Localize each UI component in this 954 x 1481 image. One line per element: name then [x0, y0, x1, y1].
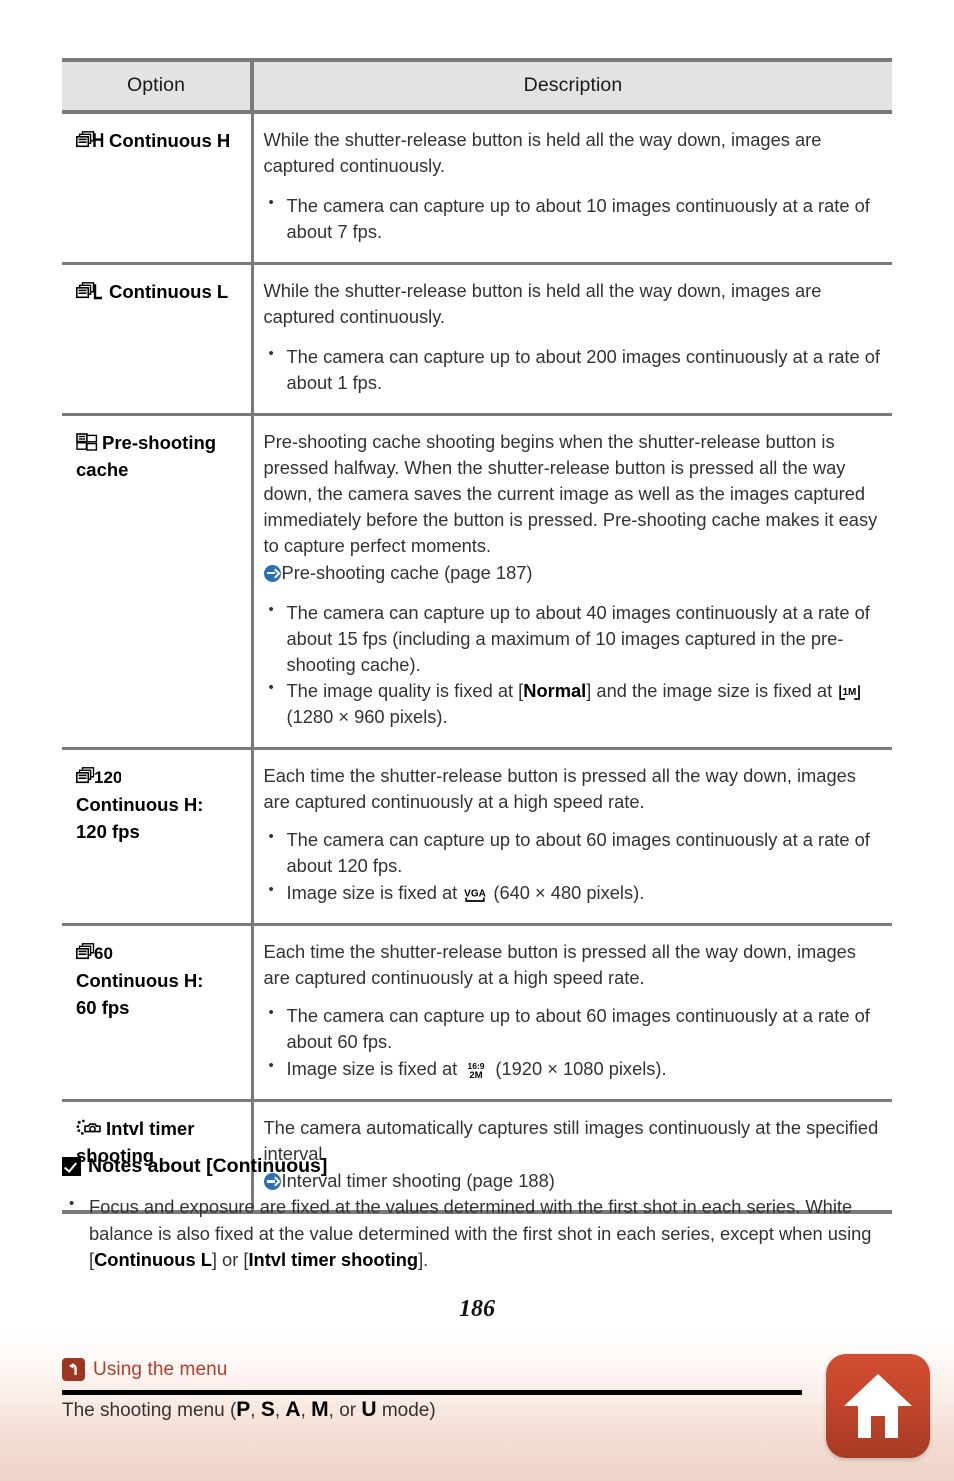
bullet-text-suffix: (1920 × 1080 pixels).: [490, 1058, 667, 1080]
image-size-vga-icon: VGA: [464, 886, 486, 903]
bullet-text-mid: ] and the image size is fixed at: [586, 680, 838, 702]
option-cell-continuous-l: Continuous L: [62, 263, 254, 416]
list-item: Image size is fixed at 16:92M (1920 × 10…: [264, 1055, 883, 1082]
description-paragraph: Pre-shooting cache shooting begins when …: [263, 430, 878, 556]
burst-frames-l-icon: [76, 281, 105, 301]
table-row: Continuous L While the shutter-release b…: [62, 263, 892, 416]
note-text-mid: ] or [: [211, 1249, 249, 1271]
description-paragraph: Each time the shutter-release button is …: [263, 765, 856, 813]
burst-60-icon: 60: [76, 943, 113, 962]
svg-text:1M: 1M: [843, 687, 857, 698]
svg-text:120: 120: [94, 768, 121, 786]
subtitle-suffix: mode): [376, 1400, 436, 1421]
option-cell-continuous-h-120: 120 Continuous H: 120 fps: [62, 748, 254, 927]
bold-term: Continuous L: [94, 1249, 212, 1271]
description-paragraph: While the shutter-release button is held…: [263, 279, 822, 327]
list-item: The camera can capture up to about 40 im…: [264, 599, 883, 678]
burst-frames-h-icon: [76, 131, 105, 150]
bullet-list: The camera can capture up to about 40 im…: [264, 599, 883, 731]
option-cell-continuous-h-60: 60 Continuous H: 60 fps: [62, 924, 254, 1103]
image-size-1m-icon: 1M: [839, 684, 861, 701]
mode-m: M: [311, 1398, 329, 1421]
bullet-text-suffix: (1280 × 960 pixels).: [286, 706, 448, 728]
bold-term: Normal: [523, 680, 587, 702]
option-cell-pre-shooting-cache: Pre-shooting cache: [62, 414, 254, 751]
mode-a: A: [285, 1398, 301, 1421]
interval-timer-icon: [76, 1119, 102, 1138]
description-cell: While the shutter-release button is held…: [252, 263, 892, 416]
note-text-end: ].: [418, 1249, 429, 1271]
bullet-text-prefix: Image size is fixed at: [286, 882, 463, 904]
notes-bullet-list: Focus and exposure are fixed at the valu…: [62, 1193, 902, 1274]
mode-u: U: [361, 1398, 377, 1421]
bullet-list: The camera can capture up to about 60 im…: [264, 826, 883, 906]
option-label-line1: Continuous H:: [76, 793, 204, 815]
option-label: Continuous H: [109, 130, 231, 151]
notes-section: Notes about [Continuous] Focus and expos…: [62, 1155, 902, 1274]
description-cell: Pre-shooting cache shooting begins when …: [252, 414, 892, 751]
bullet-text-suffix: (640 × 480 pixels).: [488, 882, 645, 904]
list-item: The camera can capture up to about 60 im…: [264, 1002, 883, 1055]
column-header-option: Option: [62, 58, 254, 114]
cross-reference-label: Pre-shooting cache (page 187): [281, 561, 533, 583]
bullet-list: The camera can capture up to about 60 im…: [264, 1002, 883, 1082]
bold-term: Intvl timer shooting: [248, 1249, 419, 1271]
bullet-list: The camera can capture up to about 200 i…: [264, 343, 883, 396]
notes-heading-text: Notes about [Continuous]: [88, 1155, 328, 1177]
list-item: Focus and exposure are fixed at the valu…: [62, 1193, 902, 1274]
description-cell: Each time the shutter-release button is …: [252, 924, 892, 1103]
cross-reference-link[interactable]: Pre-shooting cache (page 187): [263, 560, 883, 586]
caution-check-icon: [62, 1157, 81, 1176]
svg-text:60: 60: [94, 944, 113, 962]
list-item: The camera can capture up to about 60 im…: [264, 826, 883, 879]
list-item: The camera can capture up to about 10 im…: [264, 192, 883, 245]
subtitle-prefix: The shooting menu (: [62, 1400, 237, 1421]
image-size-16-9-2m-icon: 16:9 2M: [464, 1061, 488, 1079]
table-row: 60 Continuous H: 60 fps Each time the sh…: [62, 924, 892, 1103]
description-cell: While the shutter-release button is held…: [252, 112, 892, 265]
list-item: The image quality is fixed at [Normal] a…: [264, 677, 883, 730]
table-row: 120 Continuous H: 120 fps Each time the …: [62, 748, 892, 927]
description-paragraph: Each time the shutter-release button is …: [263, 941, 856, 989]
back-arrow-icon[interactable]: [62, 1358, 85, 1381]
description-cell: Each time the shutter-release button is …: [252, 748, 892, 927]
svg-text:VGA: VGA: [464, 889, 486, 900]
list-item: The camera can capture up to about 200 i…: [264, 343, 883, 396]
manual-page: Option Description Continuous H While th…: [0, 0, 954, 1330]
bullet-text-prefix: Image size is fixed at: [286, 1058, 463, 1080]
option-label-line2: 120 fps: [76, 821, 140, 843]
table-row: Pre-shooting cache Pre-shooting cache sh…: [62, 414, 892, 751]
option-cell-continuous-h: Continuous H: [62, 112, 254, 265]
footer-divider: [62, 1390, 802, 1395]
page-number: 186: [459, 1296, 495, 1322]
notes-heading: Notes about [Continuous]: [62, 1155, 902, 1178]
jump-arrow-icon: [263, 564, 281, 582]
mode-p: P: [236, 1398, 251, 1421]
mode-s: S: [260, 1398, 275, 1421]
burst-120-icon: 120: [76, 767, 121, 786]
bullet-list: The camera can capture up to about 10 im…: [264, 192, 883, 245]
pre-shooting-cache-icon: [76, 432, 98, 452]
breadcrumb[interactable]: Using the menu: [62, 1358, 227, 1381]
svg-text:2M: 2M: [470, 1070, 483, 1079]
option-label: Continuous L: [109, 280, 229, 302]
footer-subtitle: The shooting menu (P, S, A, M, or U mode…: [62, 1398, 436, 1421]
page-footer: Using the menu The shooting menu (P, S, …: [0, 1330, 954, 1481]
option-label-line1: Continuous H:: [76, 969, 204, 991]
subtitle-or: or: [333, 1400, 362, 1421]
list-item: Image size is fixed at VGA (640 × 480 pi…: [264, 879, 883, 906]
home-button[interactable]: [826, 1354, 930, 1458]
option-label-line2: 60 fps: [76, 997, 130, 1018]
continuous-options-table: Option Description Continuous H While th…: [62, 58, 892, 1215]
column-header-description: Description: [252, 58, 892, 114]
breadcrumb-label: Using the menu: [93, 1358, 228, 1380]
home-icon: [844, 1374, 912, 1438]
table-header-row: Option Description: [62, 58, 892, 114]
bullet-text-prefix: The image quality is fixed at [: [286, 680, 524, 702]
description-paragraph: While the shutter-release button is held…: [263, 129, 822, 176]
table-row: Continuous H While the shutter-release b…: [62, 112, 892, 265]
